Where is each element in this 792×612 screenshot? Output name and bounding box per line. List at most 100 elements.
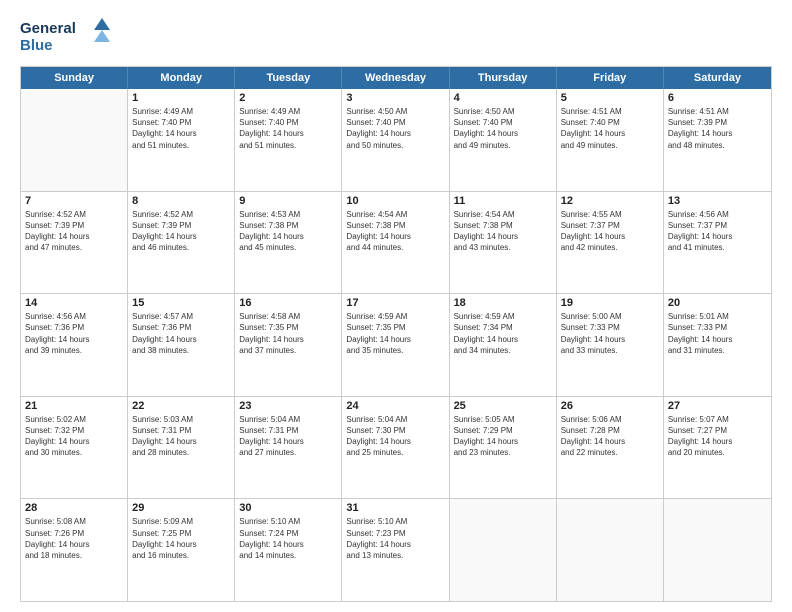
day-number: 9 [239, 195, 337, 207]
day-number: 3 [346, 92, 444, 104]
calendar-cell [557, 499, 664, 601]
day-info: Sunrise: 5:05 AM Sunset: 7:29 PM Dayligh… [454, 414, 552, 459]
day-number: 28 [25, 502, 123, 514]
calendar-header-friday: Friday [557, 67, 664, 89]
calendar-cell: 2 Sunrise: 4:49 AM Sunset: 7:40 PM Daylig… [235, 89, 342, 191]
calendar-cell: 22 Sunrise: 5:03 AM Sunset: 7:31 PM Dayli… [128, 397, 235, 499]
day-info: Sunrise: 4:56 AM Sunset: 7:37 PM Dayligh… [668, 209, 767, 254]
day-info: Sunrise: 4:54 AM Sunset: 7:38 PM Dayligh… [454, 209, 552, 254]
calendar-cell: 21 Sunrise: 5:02 AM Sunset: 7:32 PM Dayli… [21, 397, 128, 499]
day-number: 26 [561, 400, 659, 412]
day-info: Sunrise: 4:57 AM Sunset: 7:36 PM Dayligh… [132, 311, 230, 356]
day-info: Sunrise: 4:59 AM Sunset: 7:34 PM Dayligh… [454, 311, 552, 356]
day-number: 11 [454, 195, 552, 207]
day-number: 31 [346, 502, 444, 514]
day-info: Sunrise: 4:58 AM Sunset: 7:35 PM Dayligh… [239, 311, 337, 356]
day-info: Sunrise: 4:52 AM Sunset: 7:39 PM Dayligh… [25, 209, 123, 254]
calendar-cell: 3 Sunrise: 4:50 AM Sunset: 7:40 PM Daylig… [342, 89, 449, 191]
calendar-cell: 7 Sunrise: 4:52 AM Sunset: 7:39 PM Daylig… [21, 192, 128, 294]
day-number: 19 [561, 297, 659, 309]
day-number: 17 [346, 297, 444, 309]
calendar-cell: 27 Sunrise: 5:07 AM Sunset: 7:27 PM Dayli… [664, 397, 771, 499]
day-number: 25 [454, 400, 552, 412]
day-number: 30 [239, 502, 337, 514]
calendar-cell: 28 Sunrise: 5:08 AM Sunset: 7:26 PM Dayli… [21, 499, 128, 601]
calendar-body: 1Sunrise: 4:49 AM Sunset: 7:40 PM Daylig… [21, 89, 771, 601]
calendar-week-3: 14Sunrise: 4:56 AM Sunset: 7:36 PM Dayli… [21, 293, 771, 396]
page: General Blue SundayMondayTuesdayWednesda… [0, 0, 792, 612]
calendar-cell: 10 Sunrise: 4:54 AM Sunset: 7:38 PM Dayli… [342, 192, 449, 294]
calendar-cell: 15Sunrise: 4:57 AM Sunset: 7:36 PM Dayli… [128, 294, 235, 396]
day-number: 8 [132, 195, 230, 207]
day-number: 10 [346, 195, 444, 207]
day-info: Sunrise: 5:02 AM Sunset: 7:32 PM Dayligh… [25, 414, 123, 459]
day-number: 18 [454, 297, 552, 309]
day-number: 27 [668, 400, 767, 412]
calendar-header-thursday: Thursday [450, 67, 557, 89]
calendar-cell: 9 Sunrise: 4:53 AM Sunset: 7:38 PM Daylig… [235, 192, 342, 294]
calendar-cell: 16 Sunrise: 4:58 AM Sunset: 7:35 PM Dayli… [235, 294, 342, 396]
day-info: Sunrise: 5:06 AM Sunset: 7:28 PM Dayligh… [561, 414, 659, 459]
day-info: Sunrise: 4:52 AM Sunset: 7:39 PM Dayligh… [132, 209, 230, 254]
calendar-cell: 25 Sunrise: 5:05 AM Sunset: 7:29 PM Dayli… [450, 397, 557, 499]
calendar-cell [21, 89, 128, 191]
calendar-cell: 19Sunrise: 5:00 AM Sunset: 7:33 PM Dayli… [557, 294, 664, 396]
calendar-header-wednesday: Wednesday [342, 67, 449, 89]
day-number: 16 [239, 297, 337, 309]
day-info: Sunrise: 5:08 AM Sunset: 7:26 PM Dayligh… [25, 516, 123, 561]
svg-text:General: General [20, 20, 76, 37]
day-info: Sunrise: 4:50 AM Sunset: 7:40 PM Dayligh… [346, 106, 444, 151]
day-info: Sunrise: 5:10 AM Sunset: 7:23 PM Dayligh… [346, 516, 444, 561]
day-number: 14 [25, 297, 123, 309]
header: General Blue [20, 16, 772, 58]
day-number: 5 [561, 92, 659, 104]
day-number: 20 [668, 297, 767, 309]
day-info: Sunrise: 5:01 AM Sunset: 7:33 PM Dayligh… [668, 311, 767, 356]
day-info: Sunrise: 5:04 AM Sunset: 7:30 PM Dayligh… [346, 414, 444, 459]
day-number: 13 [668, 195, 767, 207]
calendar-cell: 30 Sunrise: 5:10 AM Sunset: 7:24 PM Dayli… [235, 499, 342, 601]
calendar-header-saturday: Saturday [664, 67, 771, 89]
day-number: 4 [454, 92, 552, 104]
calendar-cell: 8 Sunrise: 4:52 AM Sunset: 7:39 PM Daylig… [128, 192, 235, 294]
day-number: 22 [132, 400, 230, 412]
day-info: Sunrise: 5:03 AM Sunset: 7:31 PM Dayligh… [132, 414, 230, 459]
day-info: Sunrise: 4:51 AM Sunset: 7:40 PM Dayligh… [561, 106, 659, 151]
day-info: Sunrise: 4:51 AM Sunset: 7:39 PM Dayligh… [668, 106, 767, 151]
calendar-cell: 24 Sunrise: 5:04 AM Sunset: 7:30 PM Dayli… [342, 397, 449, 499]
day-info: Sunrise: 4:49 AM Sunset: 7:40 PM Dayligh… [239, 106, 337, 151]
calendar-cell: 26 Sunrise: 5:06 AM Sunset: 7:28 PM Dayli… [557, 397, 664, 499]
svg-text:Blue: Blue [20, 37, 53, 54]
calendar-cell: 6Sunrise: 4:51 AM Sunset: 7:39 PM Daylig… [664, 89, 771, 191]
calendar-cell: 13 Sunrise: 4:56 AM Sunset: 7:37 PM Dayli… [664, 192, 771, 294]
day-number: 12 [561, 195, 659, 207]
day-info: Sunrise: 5:09 AM Sunset: 7:25 PM Dayligh… [132, 516, 230, 561]
day-info: Sunrise: 4:59 AM Sunset: 7:35 PM Dayligh… [346, 311, 444, 356]
day-info: Sunrise: 4:53 AM Sunset: 7:38 PM Dayligh… [239, 209, 337, 254]
day-number: 24 [346, 400, 444, 412]
calendar-week-5: 28 Sunrise: 5:08 AM Sunset: 7:26 PM Dayli… [21, 498, 771, 601]
day-info: Sunrise: 4:55 AM Sunset: 7:37 PM Dayligh… [561, 209, 659, 254]
day-number: 21 [25, 400, 123, 412]
day-number: 7 [25, 195, 123, 207]
calendar-cell: 20 Sunrise: 5:01 AM Sunset: 7:33 PM Dayli… [664, 294, 771, 396]
calendar-cell: 18 Sunrise: 4:59 AM Sunset: 7:34 PM Dayli… [450, 294, 557, 396]
day-info: Sunrise: 5:04 AM Sunset: 7:31 PM Dayligh… [239, 414, 337, 459]
calendar-cell: 4Sunrise: 4:50 AM Sunset: 7:40 PM Daylig… [450, 89, 557, 191]
calendar-header-row: SundayMondayTuesdayWednesdayThursdayFrid… [21, 67, 771, 89]
day-number: 2 [239, 92, 337, 104]
logo: General Blue [20, 16, 115, 58]
calendar-header-sunday: Sunday [21, 67, 128, 89]
calendar-cell: 12 Sunrise: 4:55 AM Sunset: 7:37 PM Dayli… [557, 192, 664, 294]
calendar-header-monday: Monday [128, 67, 235, 89]
day-info: Sunrise: 5:07 AM Sunset: 7:27 PM Dayligh… [668, 414, 767, 459]
calendar-week-4: 21 Sunrise: 5:02 AM Sunset: 7:32 PM Dayli… [21, 396, 771, 499]
day-number: 23 [239, 400, 337, 412]
calendar-cell: 23 Sunrise: 5:04 AM Sunset: 7:31 PM Dayli… [235, 397, 342, 499]
day-info: Sunrise: 4:54 AM Sunset: 7:38 PM Dayligh… [346, 209, 444, 254]
day-number: 29 [132, 502, 230, 514]
calendar: SundayMondayTuesdayWednesdayThursdayFrid… [20, 66, 772, 602]
day-info: Sunrise: 4:49 AM Sunset: 7:40 PM Dayligh… [132, 106, 230, 151]
day-info: Sunrise: 5:10 AM Sunset: 7:24 PM Dayligh… [239, 516, 337, 561]
calendar-week-2: 7 Sunrise: 4:52 AM Sunset: 7:39 PM Daylig… [21, 191, 771, 294]
